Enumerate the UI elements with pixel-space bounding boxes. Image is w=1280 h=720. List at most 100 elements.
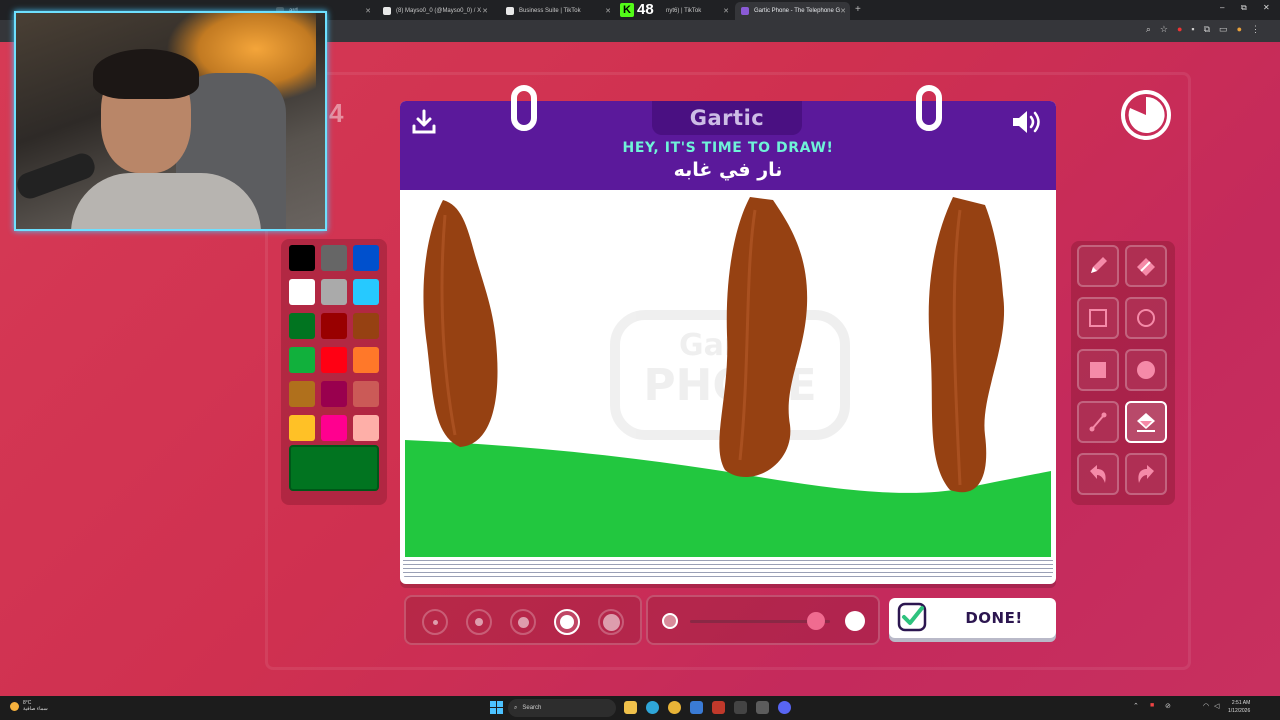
eraser-tool-button[interactable] [1125,245,1167,287]
extension-icon[interactable]: ● [1177,24,1182,35]
fill-bucket-tool-button[interactable] [1125,401,1167,443]
brush-size-button[interactable] [466,609,492,635]
drawing-canvas[interactable]: Gartic PHONE [405,195,1051,557]
taskbar-search[interactable]: ⌕ Search [508,699,616,717]
pen-icon [1091,257,1107,273]
browser-tab[interactable]: Business Suite | TikTok ✕ [500,2,615,20]
color-swatch[interactable] [289,245,315,271]
close-icon[interactable]: ✕ [723,7,729,15]
canvas-drawing: Gartic PHONE [405,197,1051,557]
kick-logo-icon: K [620,2,634,17]
rectangle-tool-button[interactable] [1077,297,1119,339]
system-clock[interactable]: 2:51 AM 1/12/2026 [1228,699,1250,715]
browser-tab[interactable]: nyt6) | TikTok ✕ [660,2,733,20]
filled-ellipse-tool-button[interactable] [1125,349,1167,391]
volume-icon[interactable] [1010,108,1044,136]
color-swatch[interactable] [321,347,347,373]
color-swatch[interactable] [289,347,315,373]
brush-size-button[interactable] [510,609,536,635]
file-explorer-icon[interactable] [624,701,637,714]
brush-size-button[interactable] [598,609,624,635]
edge-browser-icon[interactable] [646,701,659,714]
wifi-icon[interactable]: ◠ [1203,702,1209,710]
discord-icon[interactable] [778,701,791,714]
volume-tray-icon[interactable]: ◁ [1214,702,1219,710]
color-swatch[interactable] [321,381,347,407]
pen-tool-button[interactable] [1077,245,1119,287]
extensions-puzzle-icon[interactable]: ⧉ [1204,24,1210,35]
tab-title: Business Suite | TikTok [519,8,581,14]
chrome-browser-icon[interactable] [668,701,681,714]
close-icon[interactable]: ✕ [365,7,371,15]
start-button[interactable] [490,701,503,714]
color-swatch[interactable] [353,313,379,339]
color-swatch[interactable] [321,279,347,305]
bookmark-star-icon[interactable]: ☆ [1160,24,1168,35]
clock-date: 1/12/2026 [1228,708,1251,714]
windows-logo-icon [490,701,496,707]
mail-icon[interactable] [712,701,725,714]
maximize-button[interactable]: ⧉ [1241,3,1247,13]
tiktok-logo-icon [506,7,514,15]
done-button[interactable]: DONE! [889,598,1056,638]
minimize-button[interactable]: – [1220,3,1224,12]
undo-button[interactable] [1077,453,1119,495]
redo-icon [1138,465,1154,483]
tray-chevron-icon[interactable]: ⌃ [1133,702,1139,710]
zoom-icon[interactable]: ⌕ [1146,24,1151,35]
app-icon[interactable] [756,701,769,714]
download-icon[interactable] [411,109,437,135]
color-swatch[interactable] [321,415,347,441]
extension-icon[interactable]: ▪ [1191,24,1194,35]
opacity-slider-thumb[interactable] [807,612,825,630]
color-swatch[interactable] [353,279,379,305]
line-tool-button[interactable] [1077,401,1119,443]
color-swatch[interactable] [353,245,379,271]
new-tab-button[interactable]: + [855,4,861,15]
weather-widget[interactable]: 8°C سماء صافية [10,700,48,712]
close-icon[interactable]: ✕ [840,7,846,15]
tray-app-icon[interactable]: ■ [1150,702,1154,709]
search-icon: ⌕ [514,704,518,711]
brush-size-button[interactable] [422,609,448,635]
color-swatch[interactable] [353,415,379,441]
color-swatch[interactable] [321,245,347,271]
profile-avatar-icon[interactable]: ● [1237,24,1242,35]
color-swatch[interactable] [289,415,315,441]
brush-size-dot [475,618,483,626]
ellipse-tool-button[interactable] [1125,297,1167,339]
app-icon[interactable] [734,701,747,714]
color-swatch[interactable] [289,279,315,305]
gartic-favicon-icon [741,7,749,15]
secret-word: نار في غابه [673,159,783,181]
clock-time: 2:51 AM [1231,700,1251,706]
drawing-notebook: Gartic HEY, IT'S TIME TO DRAW! نار في غا… [400,85,1056,584]
close-window-button[interactable]: ✕ [1263,3,1270,12]
sidebar-icon[interactable]: ▭ [1219,24,1228,35]
store-icon[interactable] [690,701,703,714]
tray-app-icon[interactable]: ⊘ [1165,702,1171,710]
color-swatch[interactable] [321,313,347,339]
filled-rectangle-tool-button[interactable] [1077,349,1119,391]
close-icon[interactable]: ✕ [605,7,611,15]
color-swatch[interactable] [353,381,379,407]
close-icon[interactable]: ✕ [482,7,488,15]
browser-tab-active[interactable]: Gartic Phone - The Telephone G ✕ [735,2,850,20]
color-swatch[interactable] [353,347,379,373]
brush-size-button[interactable] [554,609,580,635]
tab-title: (8) Mayso0_0 (@Mayso0_0) / X [396,8,482,14]
current-color-swatch[interactable] [289,445,379,491]
tab-title: nyt6) | TikTok [666,8,702,14]
streamer-hair [93,49,199,99]
color-swatch[interactable] [289,381,315,407]
color-swatch[interactable] [289,313,315,339]
rect-outline-icon [1089,309,1107,327]
menu-dots-icon[interactable]: ⋮ [1251,24,1260,35]
streamer-shirt [71,173,261,229]
weather-desc: سماء صافية [23,706,48,712]
timer-icon [1121,90,1171,140]
redo-button[interactable] [1125,453,1167,495]
browser-tab[interactable]: (8) Mayso0_0 (@Mayso0_0) / X ✕ [377,2,492,20]
rect-fill-icon [1090,362,1106,378]
brush-size-dot [432,619,438,625]
